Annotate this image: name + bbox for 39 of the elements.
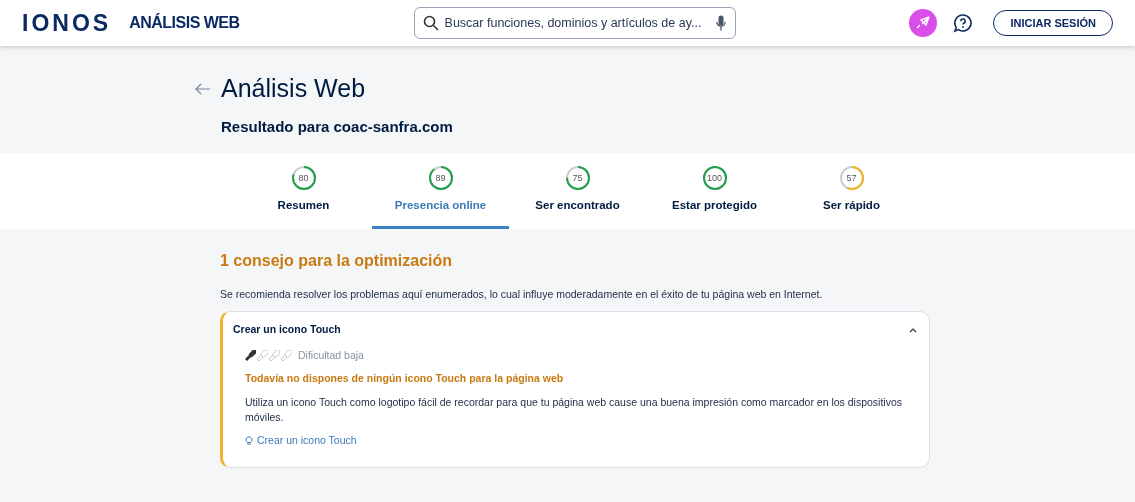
lightbulb-icon <box>245 435 253 447</box>
search-icon <box>422 15 439 31</box>
score-value: 75 <box>572 173 583 183</box>
tip-text: Utiliza un icono Touch como logotipo fácil de recordar para que tu página web cause una buena impresión como marcador en los dispositivos móviles. <box>245 395 904 425</box>
score-value: 100 <box>707 173 722 183</box>
score-value: 89 <box>435 173 446 183</box>
product-name: ANÁLISIS WEB <box>129 12 240 33</box>
score-ring <box>427 165 454 191</box>
score-tab[interactable]: 57 Ser rápido <box>783 153 920 229</box>
microphone-icon[interactable] <box>715 15 726 31</box>
tip-link[interactable]: Crear un icono Touch <box>245 433 357 449</box>
score-value: 80 <box>298 173 309 183</box>
rocket-icon <box>916 16 931 30</box>
page-subtitle: Resultado para coac-sanfra.com <box>221 116 454 137</box>
chevron-icon[interactable] <box>909 326 917 333</box>
score-tab[interactable]: 100 Estar protegido <box>646 153 783 229</box>
section-intro: Se recomienda resolver los problemas aquí enumerados, lo cual influye moderadamente en el éxito de tu página web en Internet. <box>220 287 824 302</box>
card-title: Crear un icono Touch <box>233 321 341 337</box>
score-ring <box>564 165 591 191</box>
problem-text: Todavía no dispones de ningún icono Touch para la página web <box>245 371 565 387</box>
score-tab[interactable]: 75 Ser encontrado <box>509 153 646 229</box>
wrench-icon <box>245 349 256 361</box>
logo[interactable]: IONOS <box>22 5 112 41</box>
page-title: Análisis Web <box>221 73 366 104</box>
wrench-icon <box>269 349 280 361</box>
score-ring <box>838 165 865 191</box>
help-icon[interactable] <box>953 13 974 33</box>
score-tab[interactable]: 80 Resumen <box>235 153 372 229</box>
search-field[interactable]: Buscar funciones, dominios y artículos de ay... <box>413 7 736 39</box>
rocket-button[interactable] <box>909 9 938 37</box>
wrench-icon <box>281 349 292 361</box>
score-tab[interactable]: 89 Presencia online <box>372 153 509 229</box>
score-ring <box>701 165 728 191</box>
section-heading: 1 consejo para la optimización <box>220 251 454 271</box>
difficulty-label: Dificultad baja <box>298 347 364 363</box>
score-value: 57 <box>846 173 857 183</box>
back-arrow-icon[interactable] <box>195 82 211 95</box>
wrench-icon <box>257 349 268 361</box>
score-ring <box>290 165 317 191</box>
